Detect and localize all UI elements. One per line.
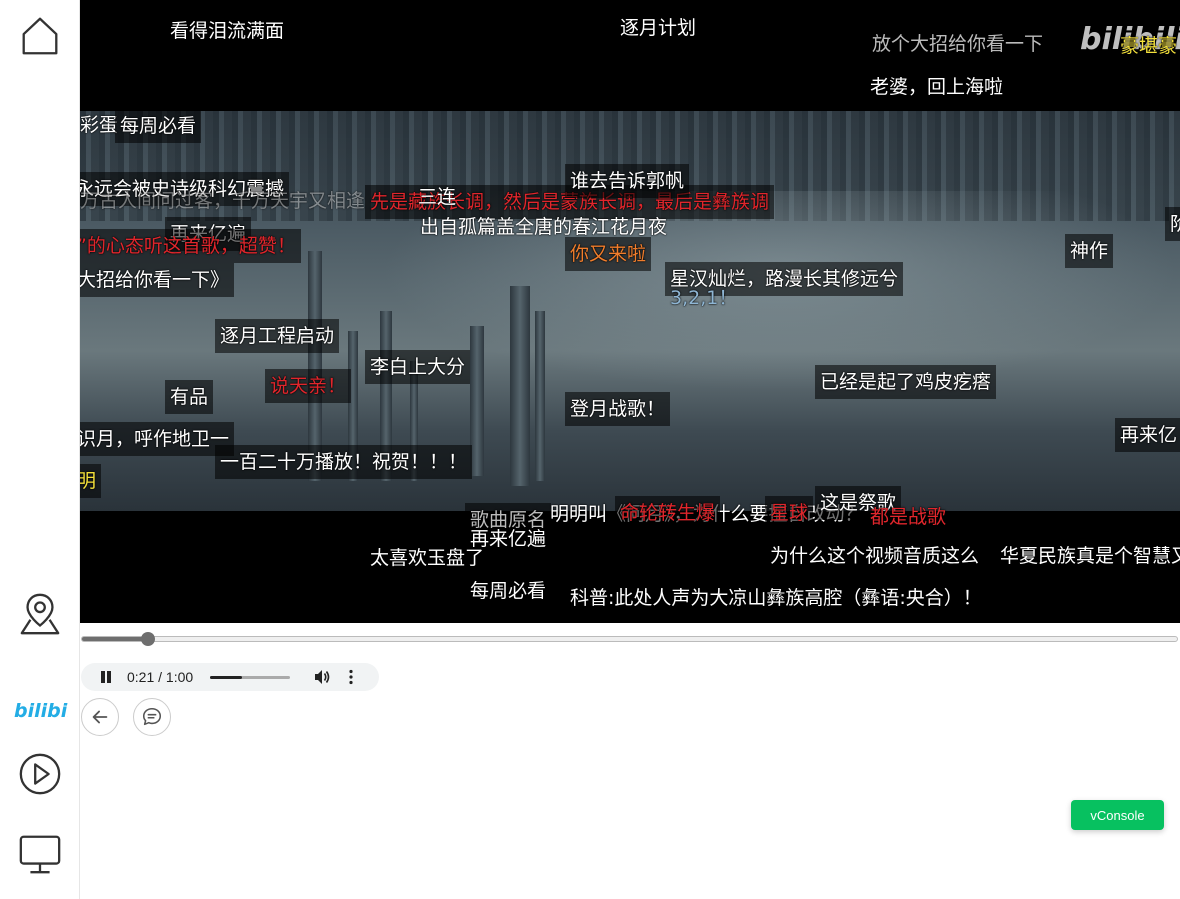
vconsole-button[interactable]: vConsole <box>1071 800 1164 830</box>
danmaku-comment: 神作 <box>1065 234 1114 268</box>
video-player[interactable]: bilibili 看得泪流满面 逐月计划 放个大招给你看一下 豪堪豪 老婆，回上… <box>80 0 1180 623</box>
danmaku-comment: 已经是起了鸡皮疙瘩 <box>815 365 997 399</box>
svg-text:bilibili: bilibili <box>14 700 68 722</box>
danmaku-comment: 星球 <box>765 496 814 530</box>
danmaku-comment: 识月，呼作地卫一 <box>80 422 235 456</box>
danmaku-comment: 每周必看 <box>470 580 547 602</box>
danmaku-comment: 谁去告诉郭帆 <box>565 164 690 198</box>
danmaku-comment: 每周必看 <box>115 109 202 143</box>
play-circle-icon[interactable] <box>16 750 64 798</box>
danmaku-comment: 豪堪豪 <box>1120 35 1178 57</box>
danmaku-comment: 登月战歌！ <box>565 392 671 426</box>
back-button[interactable] <box>81 698 119 736</box>
danmaku-comment: 老婆，回上海啦 <box>870 76 1004 98</box>
danmaku-comment: ”的心态听这首歌，超赞！ <box>80 229 301 263</box>
danmaku-comment: 你又来啦 <box>565 237 652 271</box>
volume-fill <box>210 676 242 679</box>
sidebar: bilibili <box>0 0 81 899</box>
pause-icon[interactable] <box>100 671 112 683</box>
bilibili-logo-icon[interactable]: bilibili <box>14 695 81 723</box>
volume-icon[interactable] <box>313 668 331 686</box>
comment-icon <box>142 707 162 726</box>
danmaku-comment: 放个大招给你看一下 <box>872 33 1044 55</box>
location-pin-icon[interactable] <box>16 590 64 638</box>
danmaku-comment: 看得泪流满面 <box>170 20 285 42</box>
danmaku-comment: 为什么这个视频音质这么 <box>770 545 980 567</box>
danmaku-comment: 太喜欢玉盘了 <box>370 547 485 569</box>
danmaku-comment: 命轮转生爆 <box>615 496 721 530</box>
home-icon[interactable] <box>16 12 64 60</box>
danmaku-comment: 彩蛋 <box>80 114 119 136</box>
danmaku-comment: 说天亲！ <box>265 369 352 403</box>
danmaku-comment: 逐月工程启动 <box>215 319 340 353</box>
time-display: 0:21 / 1:00 <box>127 669 194 685</box>
danmaku-comment: 3,2,1！ <box>670 287 738 309</box>
danmaku-comment: 大招给你看一下》 <box>80 263 235 297</box>
danmaku-comment: 李白上大分 <box>365 350 471 384</box>
danmaku-comment: 有品 <box>165 380 214 414</box>
arrow-left-icon <box>92 710 108 724</box>
danmaku-comment: 都是战歌 <box>870 506 947 528</box>
danmaku-comment: 一百二十万播放！祝贺！！！ <box>215 445 473 479</box>
danmaku-comment: 明 <box>80 464 102 498</box>
danmaku-comment: 再来亿 <box>1115 418 1180 452</box>
video-progress-bar[interactable] <box>81 632 1178 646</box>
volume-slider[interactable] <box>210 676 290 679</box>
danmaku-comment: 华夏民族真是个智慧又混 <box>1000 545 1180 567</box>
monitor-icon[interactable] <box>16 830 64 878</box>
progress-knob[interactable] <box>140 632 155 646</box>
danmaku-comment: 逐月计划 <box>620 17 697 39</box>
more-options-icon[interactable] <box>347 669 355 685</box>
danmaku-comment: 三连 <box>418 186 457 208</box>
media-controls: 0:21 / 1:00 <box>81 663 379 691</box>
danmaku-comment: 科普:此处人声为大凉山彝族高腔（彝语:央合）！ <box>570 587 982 609</box>
progress-fill <box>82 637 148 641</box>
danmaku-comment: 阶 <box>1165 207 1180 241</box>
danmaku-comment: 万古人间问过客，千万天宇又相逢 <box>80 190 366 212</box>
danmaku-button[interactable] <box>133 698 171 736</box>
